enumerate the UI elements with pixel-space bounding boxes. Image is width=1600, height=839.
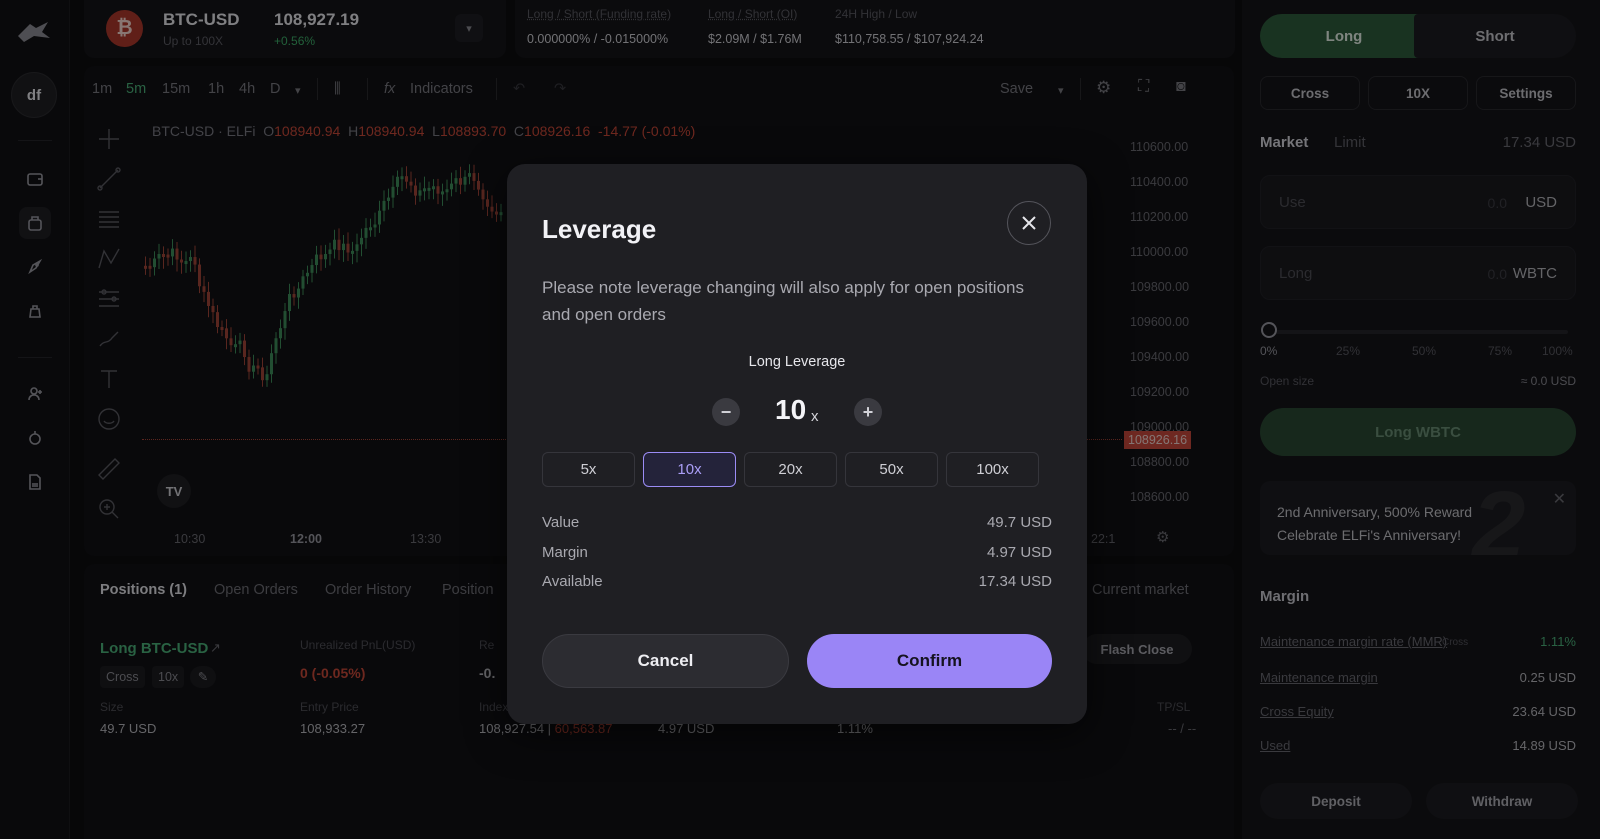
value-label: Value [542,514,580,531]
leverage-option-20x[interactable]: 20x [744,452,837,487]
leverage-unit: x [811,408,819,425]
decrease-leverage-minus-icon[interactable]: − [712,398,740,426]
margin-label: Margin [542,544,588,561]
modal-title: Leverage [542,214,657,244]
confirm-button[interactable]: Confirm [807,634,1052,688]
cancel-button[interactable]: Cancel [542,634,789,688]
leverage-note: Please note leverage changing will also … [542,278,1024,324]
app-root: df ₿ BTC-USD Up to 100X 108,927.19 +0.56… [0,0,1600,839]
leverage-option-5x[interactable]: 5x [542,452,635,487]
available-amount: 17.34 USD [978,573,1052,590]
value-amount: 49.7 USD [986,514,1052,531]
leverage-value[interactable]: 10 [775,394,806,426]
close-icon[interactable] [1007,201,1051,245]
available-label: Available [542,573,603,590]
increase-leverage-plus-icon[interactable]: + [854,398,882,426]
leverage-subtitle: Long Leverage [748,354,846,370]
leverage-modal: Leverage Please note leverage changing w… [507,164,1087,724]
leverage-option-50x[interactable]: 50x [845,452,938,487]
margin-amount: 4.97 USD [986,544,1052,561]
leverage-option-100x[interactable]: 100x [946,452,1039,487]
leverage-option-10x[interactable]: 10x [643,452,736,487]
